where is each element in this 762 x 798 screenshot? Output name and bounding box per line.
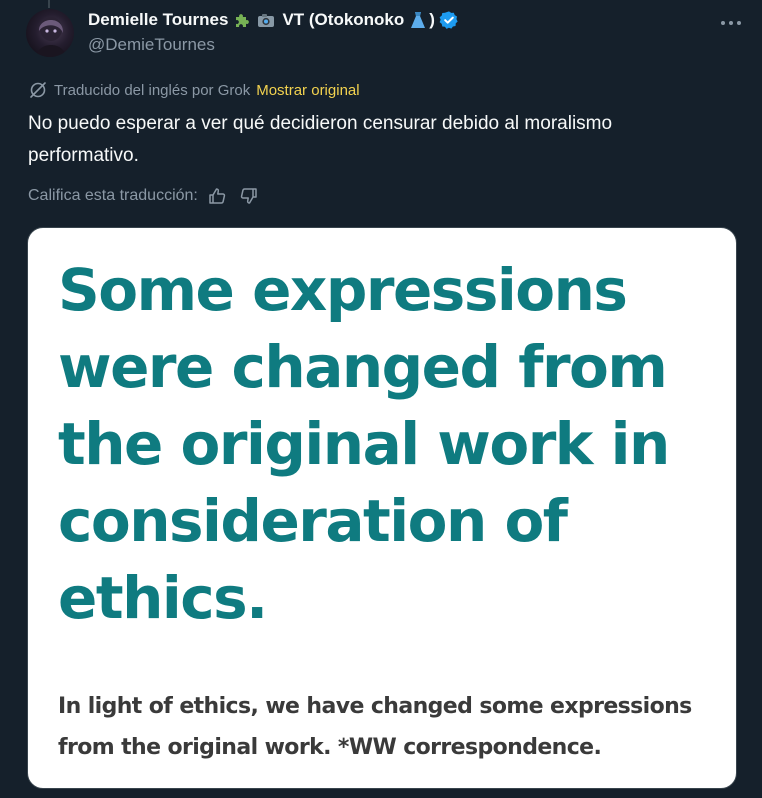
grok-icon (30, 82, 46, 98)
rate-translation-label: Califica esta traducción: (28, 187, 198, 204)
more-options-button[interactable] (702, 11, 742, 35)
user-handle[interactable]: @DemieTournes (88, 35, 742, 55)
avatar-image (36, 17, 66, 57)
puzzle-piece-icon (232, 10, 252, 30)
thread-connector-line (48, 0, 50, 8)
tweet-text: No puedo esperar a ver qué decidieron ce… (28, 113, 613, 166)
thumbs-up-button[interactable] (204, 184, 230, 208)
display-name[interactable]: Demielle Tournes (88, 10, 228, 30)
camera-icon (256, 10, 276, 30)
ellipsis-icon (721, 21, 741, 25)
tweet-header: Demielle Tournes VT (Otokonoko ) @DemieT… (88, 9, 742, 57)
translation-notice: Traducido del inglés por Grok Mostrar or… (28, 80, 360, 100)
show-original-link[interactable]: Mostrar original (256, 82, 359, 99)
rate-translation-row: Califica esta traducción: (28, 184, 262, 208)
verified-badge-icon[interactable] (439, 10, 459, 30)
thumbs-down-icon (240, 188, 257, 204)
name-suffix: VT (Otokonoko (282, 10, 405, 29)
translated-by-label: Traducido del inglés por Grok (54, 81, 251, 99)
media-headline-text: Some expressions were changed from the o… (58, 256, 670, 632)
thumbs-down-button[interactable] (236, 184, 262, 208)
thumbs-up-icon (209, 188, 226, 204)
name-close-paren: ) (429, 10, 435, 29)
avatar[interactable] (26, 9, 74, 57)
name-row: Demielle Tournes VT (Otokonoko ) (88, 9, 742, 31)
media-image[interactable]: Some expressions were changed from the o… (27, 227, 737, 789)
media-caption-text: In light of ethics, we have changed some… (58, 694, 692, 760)
dress-icon (408, 10, 428, 30)
